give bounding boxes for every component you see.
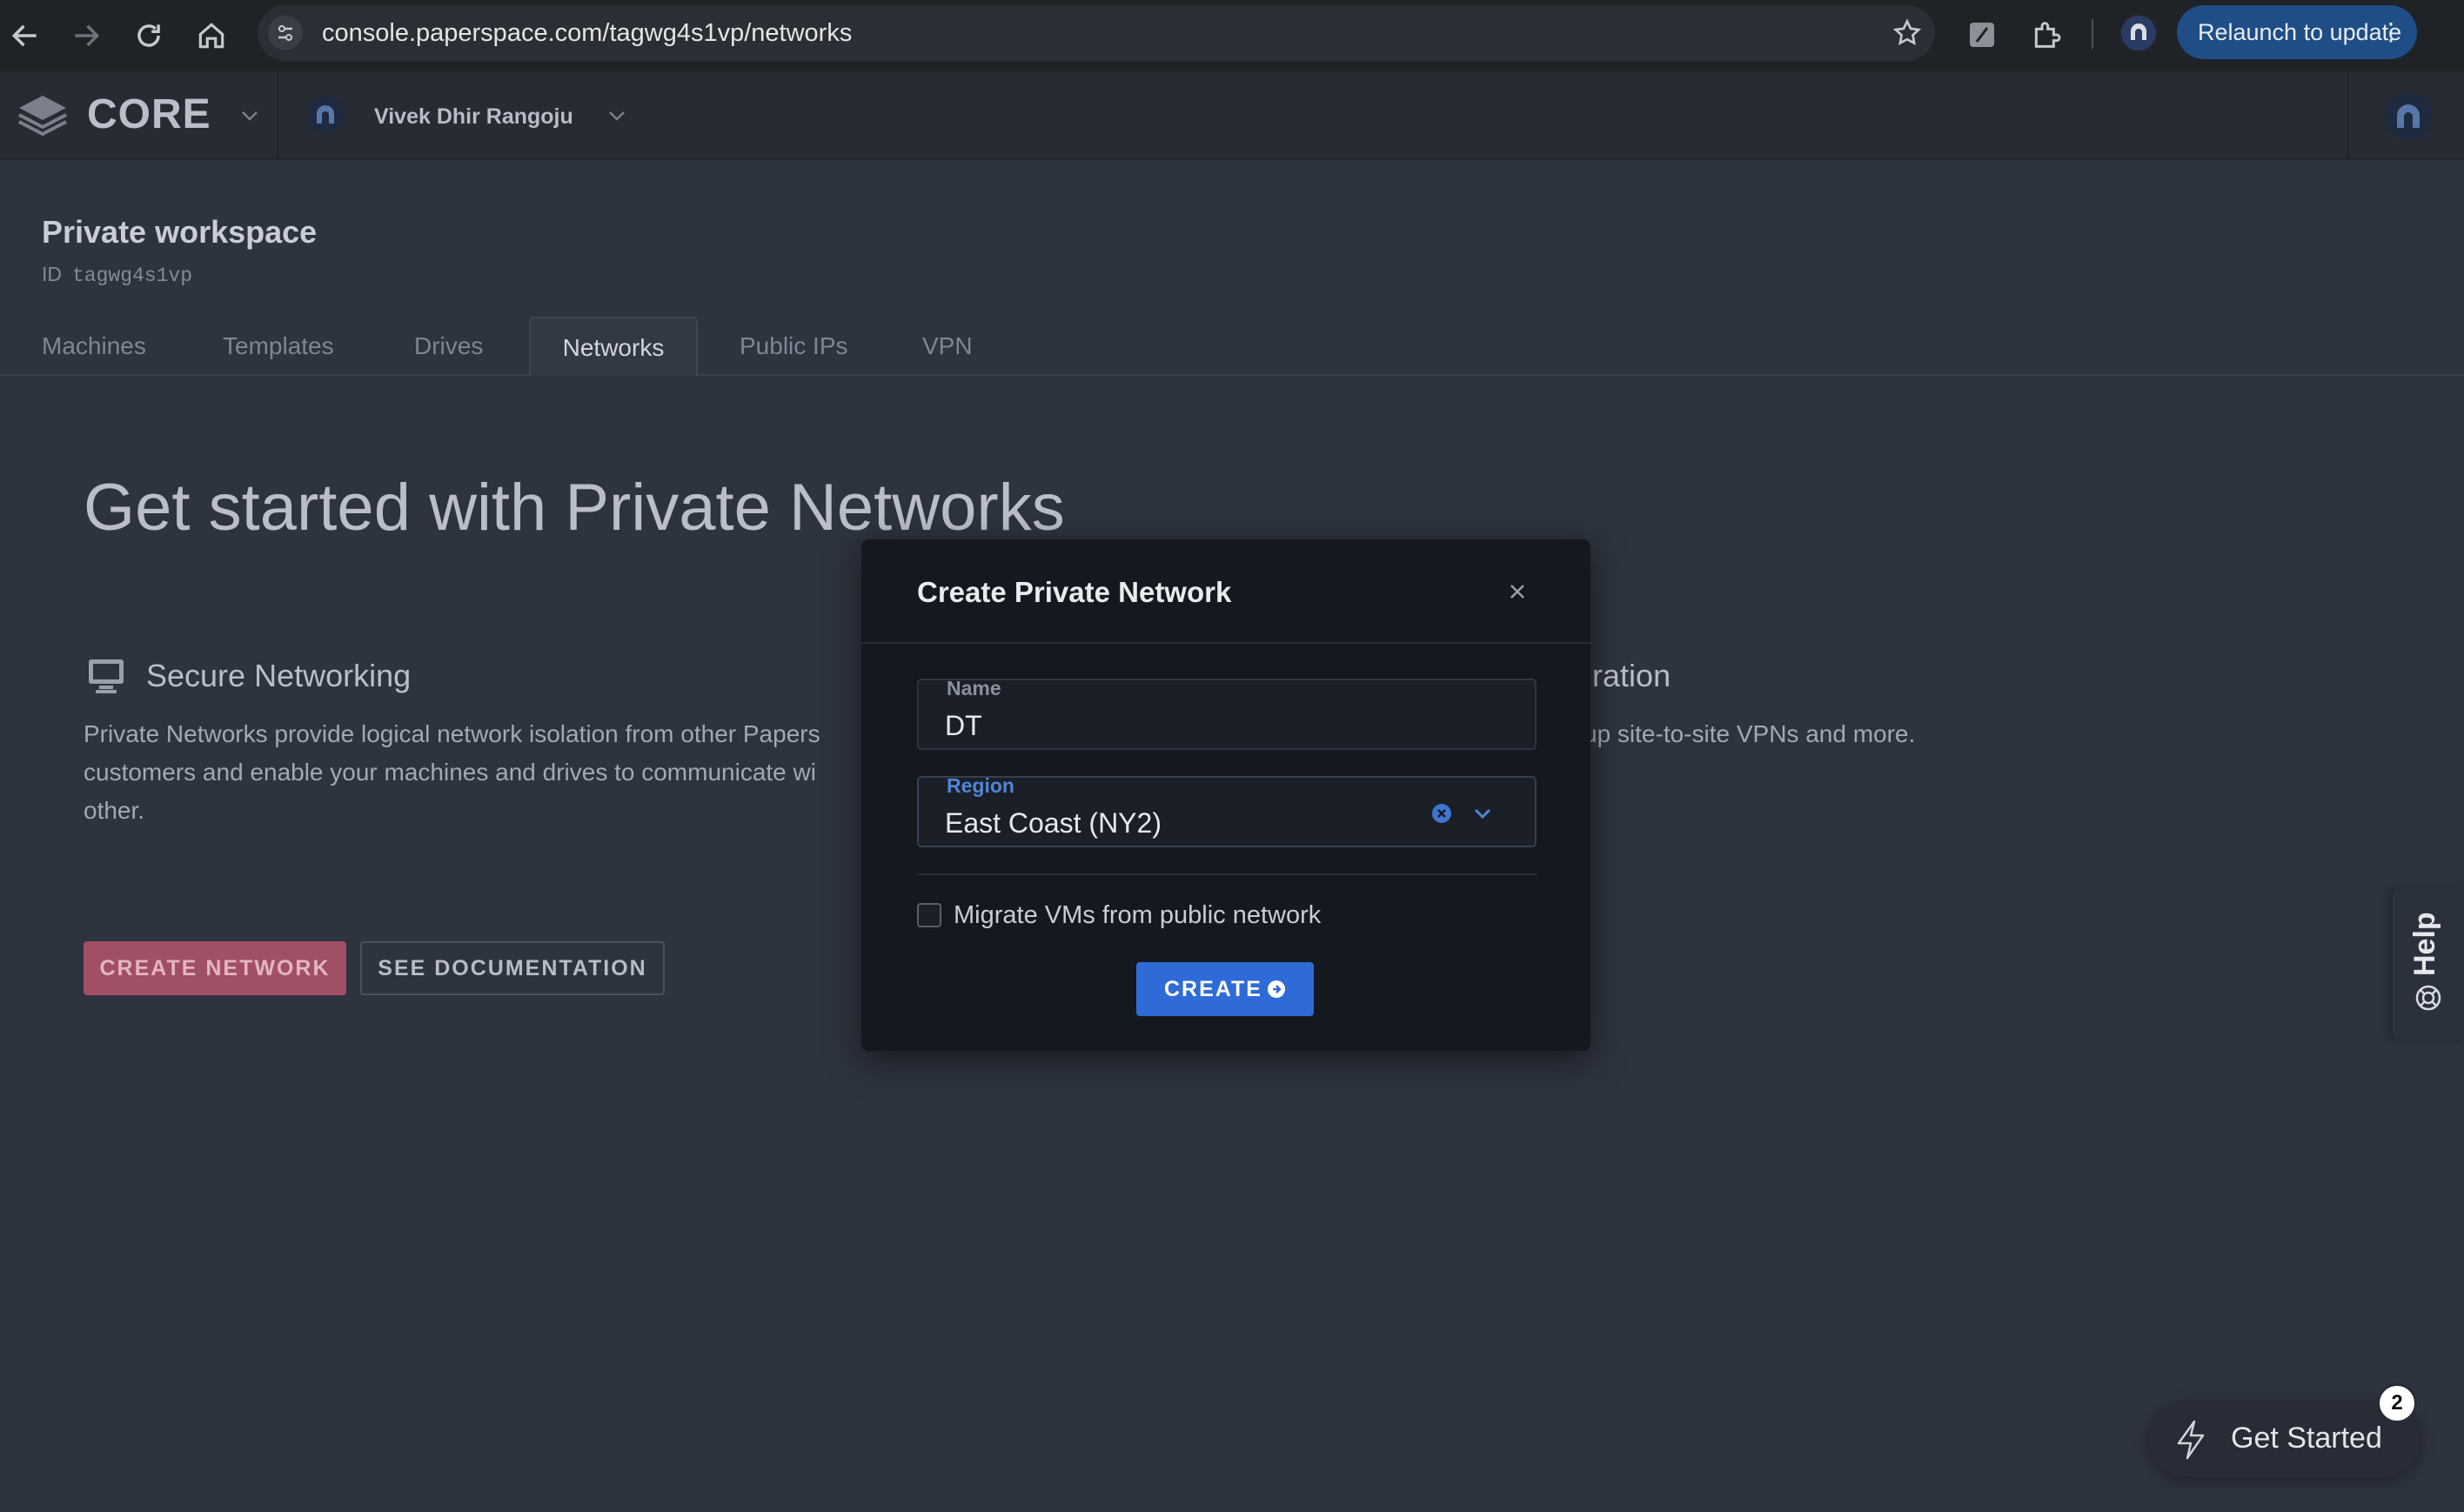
extensions-puzzle-icon[interactable] — [2029, 17, 2064, 52]
migrate-vms-checkbox[interactable] — [917, 903, 941, 927]
dialog-header: Create Private Network — [861, 539, 1590, 644]
close-icon[interactable] — [1503, 578, 1531, 605]
reload-icon[interactable] — [132, 19, 165, 52]
region-field-label: Region — [947, 774, 1014, 797]
tab-machines[interactable]: Machines — [42, 317, 146, 376]
extension-icon[interactable] — [1965, 17, 1999, 52]
team-switcher-chevron-icon[interactable] — [607, 110, 626, 122]
tab-templates[interactable]: Templates — [223, 317, 334, 376]
dialog-title: Create Private Network — [917, 576, 1232, 608]
workspace-id-label: ID — [42, 263, 62, 285]
chevron-down-icon[interactable] — [1470, 802, 1495, 825]
get-started-label[interactable]: Get Started — [2231, 1422, 2382, 1455]
help-label[interactable]: Help — [2408, 907, 2443, 976]
feature-secure-networking-desc: Private Networks provide logical network… — [84, 720, 820, 824]
home-icon[interactable] — [195, 19, 228, 52]
lifebuoy-icon[interactable] — [2414, 983, 2443, 1013]
network-name-field[interactable]: Name DT — [917, 677, 1537, 750]
bookmark-star-icon[interactable] — [1892, 17, 1923, 49]
tab-vpn[interactable]: VPN — [922, 317, 973, 376]
tab-public-ips[interactable]: Public IPs — [740, 317, 848, 376]
monitor-icon — [89, 659, 124, 693]
dialog-divider — [917, 873, 1537, 875]
tab-drives[interactable]: Drives — [414, 317, 483, 376]
create-network-button[interactable]: CREATE NETWORK — [84, 941, 346, 995]
site-settings-icon[interactable] — [268, 16, 303, 50]
workspace-tabs: Machines Templates Drives Networks Publi… — [0, 317, 2464, 376]
create-button[interactable]: CREATE — [1136, 962, 1314, 1016]
product-name[interactable]: CORE — [87, 90, 211, 138]
name-field-label: Name — [947, 677, 1001, 699]
forward-icon[interactable] — [70, 19, 103, 52]
region-select[interactable]: Region East Coast (NY2) — [917, 774, 1537, 847]
name-input-value[interactable]: DT — [945, 710, 982, 742]
region-selected-value[interactable]: East Coast (NY2) — [945, 807, 1162, 840]
tab-networks[interactable]: Networks — [529, 317, 698, 376]
more-vert-icon: ⋮ — [2379, 18, 2403, 45]
feature-integration-desc: up site-to-site VPNs and more. — [1584, 720, 1916, 747]
address-bar[interactable]: console.paperspace.com/tagwg4s1vp/networ… — [258, 5, 1935, 61]
feature-secure-networking-title: Secure Networking — [146, 658, 412, 693]
toolbar-divider — [2092, 19, 2093, 49]
workspace-id: ID tagwg4s1vp — [42, 263, 192, 287]
create-button-label: CREATE — [1164, 977, 1262, 1001]
paperspace-logo-icon[interactable] — [16, 90, 70, 139]
create-private-network-dialog: Create Private Network Name DT Region Ea… — [861, 539, 1590, 1051]
header-divider-right — [2347, 71, 2349, 160]
arrow-right-circle-icon — [1268, 980, 1285, 998]
get-started-count-badge: 2 — [2377, 1383, 2417, 1423]
page-heading: Get started with Private Networks — [84, 471, 1065, 545]
team-switcher-name[interactable]: Vivek Dhir Rangoju — [374, 104, 573, 130]
migrate-vms-label[interactable]: Migrate VMs from public network — [954, 901, 1321, 930]
user-avatar-icon[interactable] — [2384, 92, 2433, 141]
back-icon[interactable] — [9, 19, 42, 52]
relaunch-label: Relaunch to update — [2198, 19, 2402, 45]
relaunch-to-update-button[interactable]: Relaunch to update ⋮ — [2177, 5, 2417, 59]
header-divider — [277, 71, 278, 160]
see-documentation-button[interactable]: SEE DOCUMENTATION — [360, 941, 665, 995]
workspace-title: Private workspace — [42, 214, 318, 250]
url-text[interactable]: console.paperspace.com/tagwg4s1vp/networ… — [322, 19, 852, 48]
clear-selection-icon[interactable] — [1430, 802, 1453, 825]
browser-profile-icon[interactable] — [2119, 14, 2158, 52]
browser-toolbar: console.paperspace.com/tagwg4s1vp/networ… — [0, 0, 2464, 71]
app-header: CORE Vivek Dhir Rangoju — [0, 71, 2464, 160]
workspace-id-value: tagwg4s1vp — [72, 264, 193, 287]
product-switcher-chevron-icon[interactable] — [240, 110, 259, 122]
lightning-bolt-icon — [2177, 1420, 2205, 1460]
team-avatar-icon[interactable] — [306, 96, 345, 134]
